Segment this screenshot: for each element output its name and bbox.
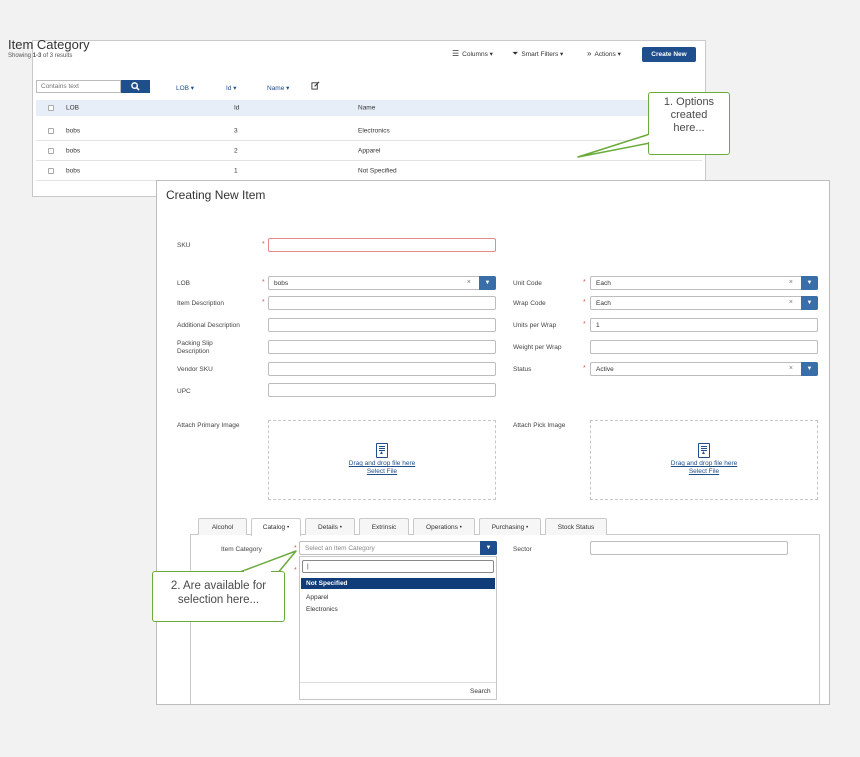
callout-two-text: 2. Are available for selection here...	[170, 580, 267, 606]
tab-catalog[interactable]: Catalog •	[251, 518, 301, 536]
callout-two-pointer-mask	[244, 570, 271, 574]
